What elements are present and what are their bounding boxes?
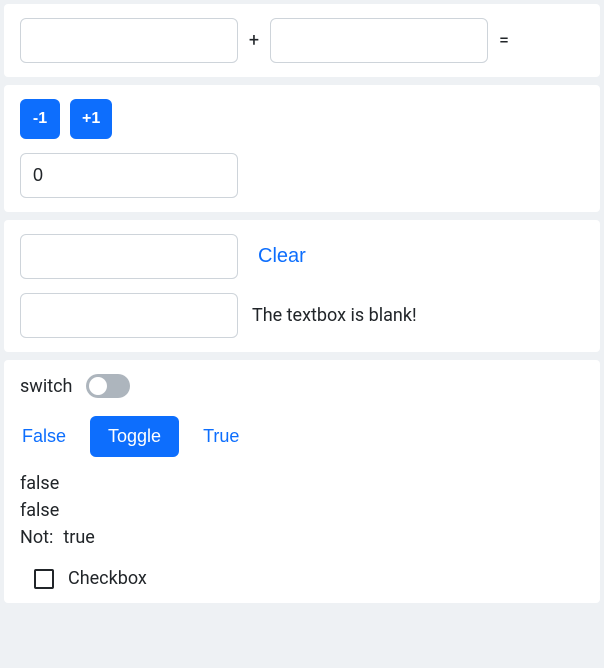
textbox-status: The textbox is blank! — [252, 305, 417, 326]
textbox-card: Clear The textbox is blank! — [4, 220, 600, 352]
switch-toggle[interactable] — [86, 374, 130, 398]
increment-button[interactable]: +1 — [70, 99, 112, 139]
switch-label: switch — [20, 376, 72, 397]
textbox-input-lower[interactable] — [20, 293, 238, 338]
checkbox-input[interactable] — [34, 569, 54, 589]
not-label: Not: — [20, 527, 53, 548]
toggle-button-group: False Toggle True — [20, 416, 584, 457]
counter-card: -1 +1 — [4, 85, 600, 212]
addend-a-input[interactable] — [20, 18, 238, 63]
addend-b-input[interactable] — [270, 18, 488, 63]
counter-buttons: -1 +1 — [20, 99, 584, 139]
toggle-value-1: false — [20, 473, 584, 494]
not-row: Not: true — [20, 527, 584, 548]
toggle-button[interactable]: Toggle — [90, 416, 179, 457]
textbox-input-upper[interactable] — [20, 234, 238, 279]
true-button[interactable]: True — [201, 422, 241, 451]
clear-button[interactable]: Clear — [252, 241, 312, 272]
decrement-button[interactable]: -1 — [20, 99, 60, 139]
plus-symbol: + — [248, 30, 260, 51]
addition-card: + = — [4, 4, 600, 77]
counter-value-input[interactable] — [20, 153, 238, 198]
checkbox-label: Checkbox — [68, 568, 147, 589]
toggle-card: switch False Toggle True false false Not… — [4, 360, 600, 603]
equals-symbol: = — [498, 30, 510, 51]
addition-row: + = — [20, 18, 584, 63]
false-button[interactable]: False — [20, 422, 68, 451]
toggle-value-2: false — [20, 500, 584, 521]
not-value: true — [63, 527, 94, 548]
